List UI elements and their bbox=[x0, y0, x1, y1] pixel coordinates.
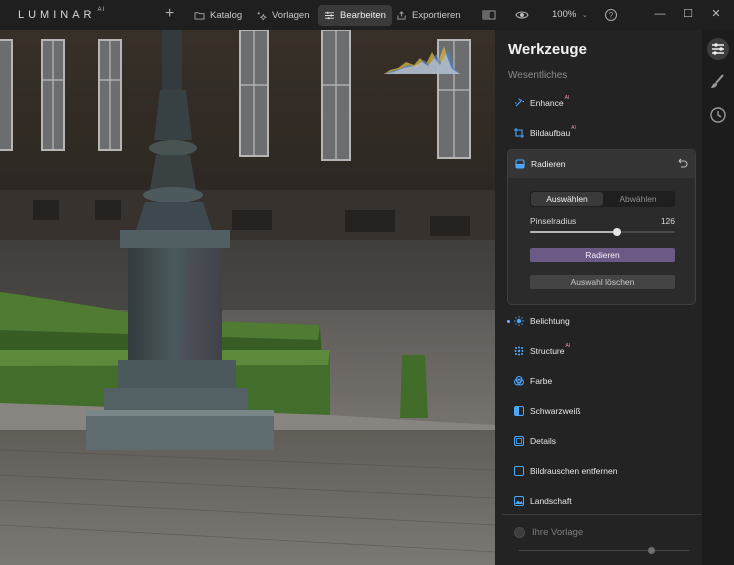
nav-vorlagen[interactable]: Vorlagen bbox=[250, 5, 316, 26]
tool-structure[interactable]: StructureAI bbox=[514, 343, 570, 359]
tool-bildaufbau[interactable]: BildaufbauAI bbox=[514, 125, 576, 141]
maximize-button[interactable]: ☐ bbox=[680, 6, 696, 22]
bw-icon bbox=[514, 406, 524, 416]
structure-icon bbox=[514, 346, 524, 356]
tool-farbe[interactable]: Farbe bbox=[514, 373, 552, 389]
photo-image bbox=[0, 30, 495, 565]
sparkle-icon bbox=[257, 11, 267, 20]
details-icon bbox=[514, 436, 524, 446]
panel-divider bbox=[502, 514, 702, 515]
clock-icon bbox=[710, 107, 726, 123]
history-tab[interactable] bbox=[707, 104, 729, 126]
tool-enhance[interactable]: EnhanceAI bbox=[514, 95, 569, 111]
erase-button[interactable]: Radieren bbox=[530, 248, 675, 262]
deselect-tab[interactable]: Abwählen bbox=[602, 192, 674, 206]
erase-tool-header[interactable]: Radieren bbox=[508, 150, 695, 178]
active-indicator-dot bbox=[507, 320, 510, 323]
brush-icon bbox=[711, 74, 724, 88]
zoom-select[interactable]: 100% ⌄ bbox=[552, 9, 588, 20]
tool-details[interactable]: Details bbox=[514, 433, 556, 449]
eraser-icon bbox=[515, 159, 525, 169]
preset-thumbnail-icon bbox=[514, 527, 525, 538]
eye-icon[interactable] bbox=[515, 8, 529, 22]
sun-icon bbox=[514, 316, 524, 326]
brush-tab[interactable] bbox=[707, 71, 729, 93]
tool-belichtung[interactable]: Belichtung bbox=[514, 313, 570, 329]
brush-radius-slider[interactable] bbox=[530, 228, 675, 236]
compare-icon[interactable] bbox=[482, 8, 496, 22]
sliders-icon bbox=[325, 11, 334, 20]
landscape-icon bbox=[514, 496, 524, 506]
side-icon-strip bbox=[702, 30, 734, 565]
tool-landschaft[interactable]: Landschaft bbox=[514, 493, 572, 509]
preset-row[interactable]: Ihre Vorlage bbox=[514, 527, 583, 538]
clear-selection-button[interactable]: Auswahl löschen bbox=[530, 275, 675, 289]
undo-icon[interactable] bbox=[676, 157, 688, 169]
nav-katalog[interactable]: Katalog bbox=[188, 5, 248, 26]
tool-schwarzweiss[interactable]: Schwarzweiß bbox=[514, 403, 581, 419]
sliders-icon bbox=[712, 43, 724, 55]
brush-radius-handle[interactable] bbox=[613, 228, 621, 236]
close-button[interactable]: ✕ bbox=[708, 6, 724, 22]
photo-canvas[interactable] bbox=[0, 30, 495, 565]
tool-bildrauschen[interactable]: Bildrauschen entfernen bbox=[514, 463, 617, 479]
top-bar: LUMINAR AI + Katalog Vorlagen Bearbeiten … bbox=[0, 0, 734, 30]
brush-radius-label: Pinselradius bbox=[530, 216, 577, 226]
svg-text:?: ? bbox=[609, 11, 614, 20]
denoise-icon bbox=[514, 466, 524, 476]
help-icon[interactable]: ? bbox=[604, 8, 618, 22]
nav-exportieren[interactable]: Exportieren bbox=[390, 5, 467, 26]
erase-tool-title: Radieren bbox=[531, 159, 566, 169]
folder-icon bbox=[194, 12, 205, 20]
preset-amount-handle[interactable] bbox=[648, 547, 655, 554]
brush-radius-value: 126 bbox=[660, 216, 675, 226]
histogram bbox=[384, 46, 460, 74]
select-tab[interactable]: Auswählen bbox=[531, 192, 603, 206]
add-photos-button[interactable]: + bbox=[165, 5, 174, 23]
tools-tab[interactable] bbox=[707, 38, 729, 60]
preset-amount-slider[interactable] bbox=[519, 547, 689, 554]
select-mode-toggle: Auswählen Abwählen bbox=[530, 191, 675, 207]
minimize-button[interactable]: — bbox=[652, 6, 668, 22]
erase-tool-card: Radieren Auswählen Abwählen Pinselradius… bbox=[507, 149, 696, 305]
chevron-down-icon: ⌄ bbox=[581, 12, 588, 19]
panel-title: Werkzeuge bbox=[508, 41, 587, 58]
preset-label: Ihre Vorlage bbox=[532, 527, 584, 538]
share-icon bbox=[397, 11, 406, 20]
tools-panel: Werkzeuge Wesentliches EnhanceAI Bildauf… bbox=[495, 30, 702, 565]
wand-icon bbox=[515, 98, 524, 107]
color-icon bbox=[514, 376, 524, 386]
crop-icon bbox=[514, 128, 524, 138]
brush-radius-fill bbox=[530, 231, 617, 233]
section-label: Wesentliches bbox=[508, 70, 568, 81]
app-logo: LUMINAR AI bbox=[18, 7, 106, 21]
nav-bearbeiten[interactable]: Bearbeiten bbox=[318, 5, 392, 26]
